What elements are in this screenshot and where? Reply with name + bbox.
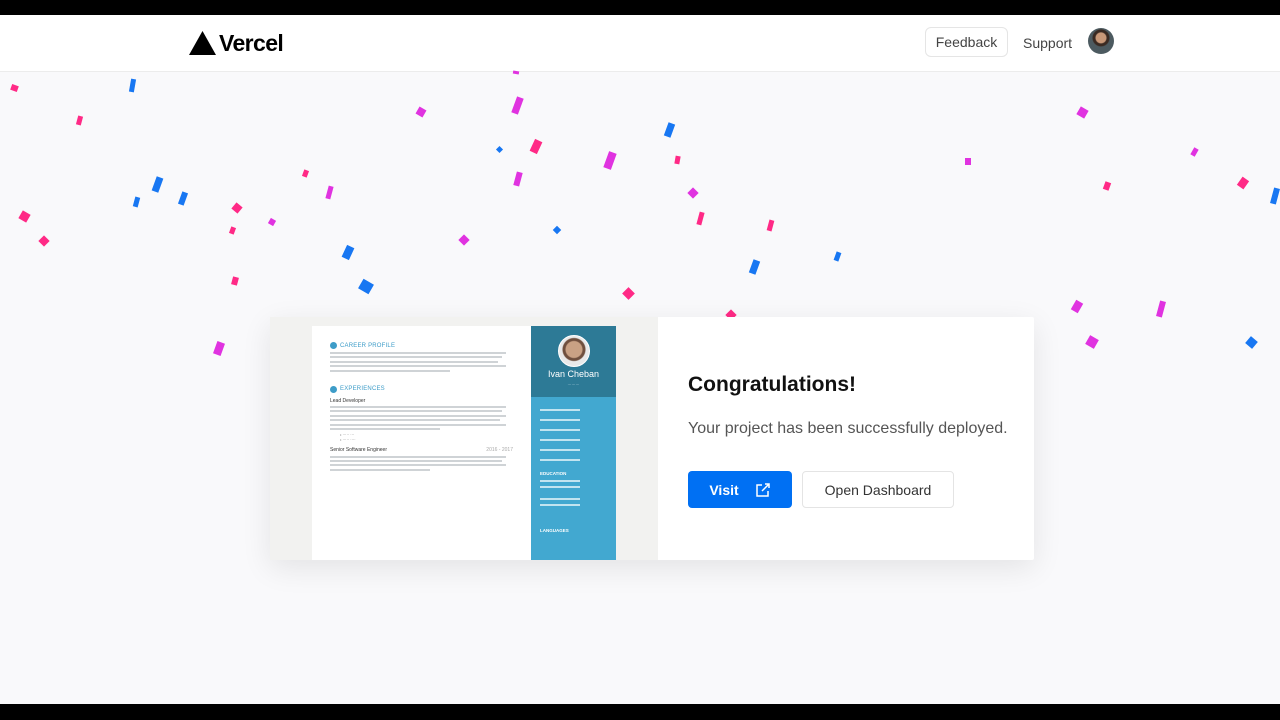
resume-section-heading: CAREER PROFILE [330, 342, 513, 349]
vercel-logo[interactable]: Vercel [189, 28, 284, 58]
resume-main-column: CAREER PROFILE EXPERIENCES Lead Develope… [312, 326, 531, 560]
confetti-piece [1244, 335, 1258, 349]
confetti-piece [267, 217, 277, 227]
confetti-piece [151, 175, 163, 193]
top-navbar: Vercel Feedback Support [0, 15, 1280, 72]
confetti-piece [128, 78, 136, 92]
confetti-piece [1270, 187, 1280, 205]
resume-screenshot: CAREER PROFILE EXPERIENCES Lead Develope… [312, 326, 616, 560]
confetti-piece [1189, 147, 1199, 157]
external-link-icon [755, 482, 770, 497]
confetti-piece [213, 340, 225, 356]
resume-photo [558, 335, 590, 367]
confetti-piece [663, 122, 675, 138]
resume-profile-header: Ivan Cheban ········· [531, 326, 616, 397]
confetti-piece [766, 219, 774, 231]
feedback-button[interactable]: Feedback [925, 27, 1008, 57]
congratulations-heading: Congratulations! [688, 373, 856, 396]
confetti-piece [132, 196, 140, 208]
confetti-piece [358, 278, 374, 294]
bottom-border [0, 704, 1280, 720]
visit-button[interactable]: Visit [688, 471, 792, 508]
confetti-piece [341, 244, 355, 260]
confetti-piece [75, 115, 83, 125]
confetti-piece [965, 157, 971, 165]
resume-sidebar: Ivan Cheban ········· EDUCATION LANGUAGE… [531, 326, 616, 560]
confetti-piece [17, 209, 31, 223]
confetti-piece [301, 168, 309, 178]
vercel-triangle-icon [189, 31, 216, 55]
confetti-piece [231, 202, 243, 214]
resume-section-heading: EXPERIENCES [330, 385, 513, 393]
deploy-success-message: Your project has been successfully deplo… [688, 420, 1008, 437]
confetti-piece [687, 187, 699, 199]
resume-name: Ivan Cheban [547, 369, 600, 379]
resume-job: Lead Developer [330, 397, 366, 404]
confetti-piece [529, 138, 543, 154]
confetti-piece [1070, 299, 1084, 313]
confetti-piece [513, 171, 523, 187]
confetti-piece [695, 211, 705, 225]
confetti-piece [495, 145, 503, 153]
resume-education-label: EDUCATION [540, 471, 567, 476]
confetti-piece [1075, 105, 1089, 119]
resume-languages-label: LANGUAGES [540, 528, 569, 533]
confetti-piece [228, 225, 236, 235]
confetti-piece [603, 150, 617, 170]
confetti-piece [38, 235, 50, 247]
resume-job: Senior Software Engineer 2016 - 2017 [330, 447, 513, 454]
open-dashboard-button[interactable]: Open Dashboard [802, 471, 954, 508]
confetti-piece [833, 250, 841, 262]
deployment-preview[interactable]: CAREER PROFILE EXPERIENCES Lead Develope… [270, 317, 658, 560]
confetti-piece [9, 83, 19, 93]
confetti-piece [510, 95, 524, 115]
confetti-piece [1236, 176, 1250, 190]
confetti-piece [231, 276, 239, 286]
confetti-piece [458, 234, 470, 246]
confetti-piece [673, 155, 681, 165]
confetti-piece [415, 106, 427, 118]
user-avatar[interactable] [1088, 28, 1114, 54]
deployment-success-card: CAREER PROFILE EXPERIENCES Lead Develope… [270, 317, 1034, 560]
brand-name: Vercel [219, 29, 284, 56]
confetti-piece [748, 259, 760, 275]
visit-button-label: Visit [709, 481, 739, 498]
confetti-piece [177, 190, 189, 206]
confetti-piece [552, 225, 562, 235]
confetti-piece [621, 286, 635, 300]
support-link[interactable]: Support [1023, 35, 1072, 51]
confetti-piece [1085, 335, 1099, 349]
top-border [0, 0, 1280, 15]
confetti-piece [1102, 181, 1112, 191]
confetti-piece [1156, 300, 1166, 318]
confetti-piece [324, 185, 334, 199]
